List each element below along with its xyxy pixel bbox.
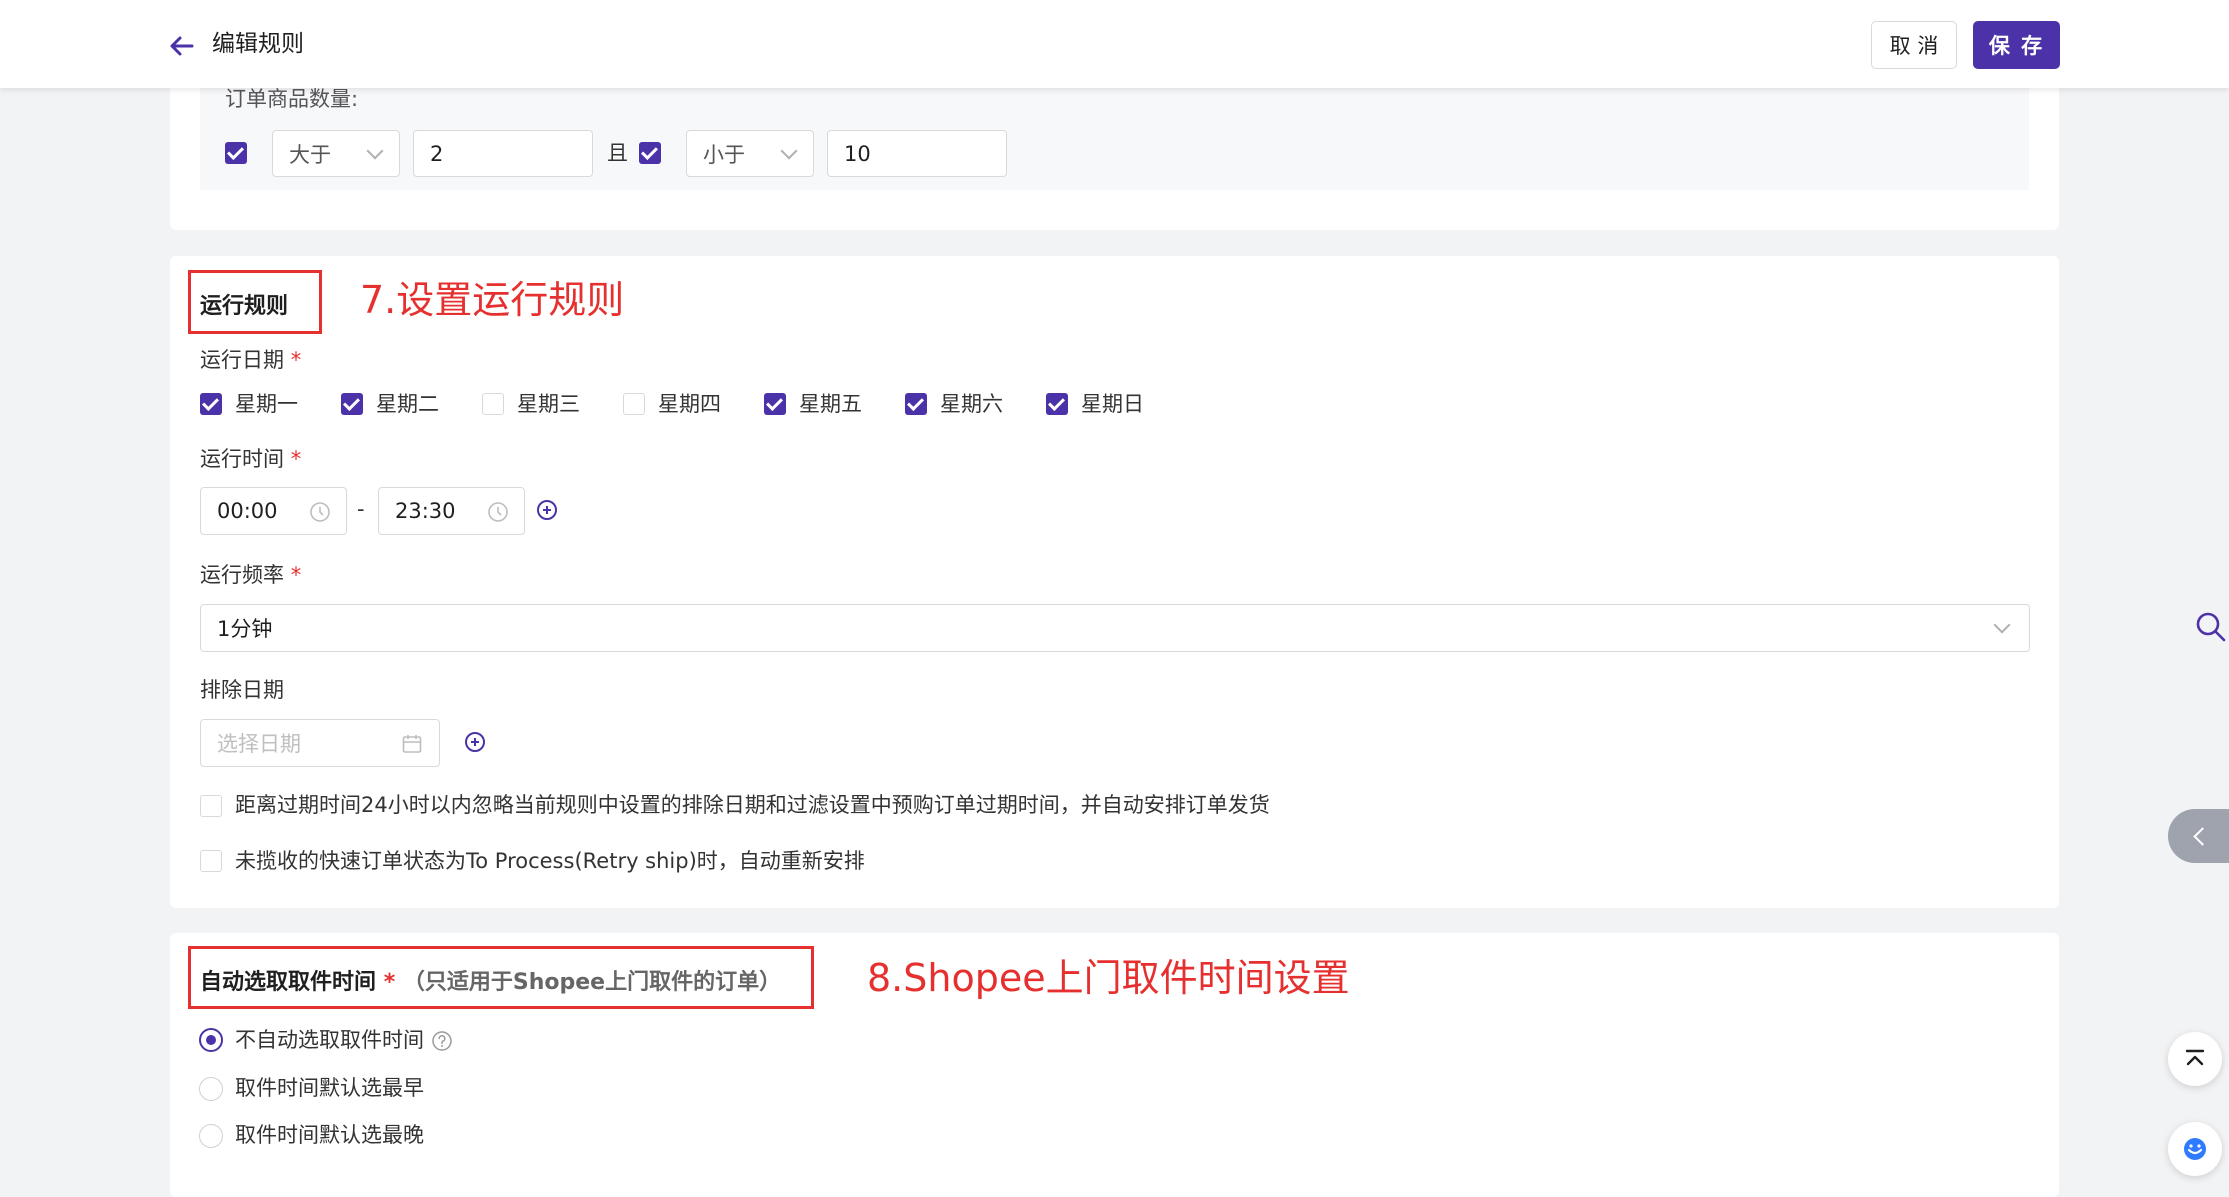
auto-rearrange-text: 未揽收的快速订单状态为To Process(Retry ship)时，自动重新安… [235, 849, 865, 873]
pickup-radio-latest[interactable] [199, 1124, 223, 1148]
day-label-sat: 星期六 [940, 392, 1003, 416]
run-time-label: 运行时间 * [200, 447, 302, 471]
calendar-icon [402, 735, 422, 753]
collapse-panel-button[interactable] [2168, 809, 2229, 863]
chevron-left-icon [2193, 827, 2212, 846]
frequency-select[interactable]: 1分钟 [200, 604, 2030, 652]
day-label-mon: 星期一 [235, 392, 298, 416]
frequency-value: 1分钟 [217, 617, 273, 641]
order-qty-min-checkbox[interactable] [225, 142, 247, 164]
arrow-left-icon[interactable] [168, 32, 196, 60]
arrow-up-to-top-icon [2185, 1049, 2205, 1066]
day-checkbox-fri[interactable] [764, 393, 786, 415]
pickup-radio-none[interactable] [199, 1028, 223, 1052]
ignore-exclude-checkbox[interactable] [200, 795, 222, 817]
day-checkbox-tue[interactable] [341, 393, 363, 415]
add-exclude-date-icon[interactable] [465, 732, 485, 752]
order-qty-op2-value: 小于 [703, 142, 745, 167]
order-qty-max-input[interactable]: 10 [827, 130, 1007, 177]
chat-bot-icon [2184, 1138, 2206, 1160]
time-start-input[interactable]: 00:00 [200, 487, 347, 535]
time-start-value: 00:00 [217, 499, 278, 523]
search-icon[interactable] [2195, 611, 2227, 643]
order-qty-op2-select[interactable]: 小于 [686, 130, 814, 177]
exclude-dates-label: 排除日期 [200, 678, 284, 702]
pickup-note: （只适用于Shopee上门取件的订单） [402, 970, 782, 995]
run-frequency-label: 运行频率 * [200, 563, 302, 587]
page-title: 编辑规则 [212, 31, 304, 57]
pickup-option-latest: 取件时间默认选最晚 [235, 1123, 424, 1147]
time-end-value: 23:30 [395, 499, 456, 523]
day-label-sun: 星期日 [1081, 392, 1144, 416]
order-qty-conjunction: 且 [607, 141, 628, 165]
chevron-down-icon [780, 142, 798, 160]
time-end-input[interactable]: 23:30 [378, 487, 525, 535]
chevron-down-icon [366, 142, 384, 160]
pickup-title: 自动选取取件时间 * （只适用于Shopee上门取件的订单） [200, 970, 782, 995]
ignore-exclude-text: 距离过期时间24小时以内忽略当前规则中设置的排除日期和过滤设置中预购订单过期时间… [235, 793, 1270, 817]
clock-icon [310, 502, 330, 522]
order-qty-min-input[interactable]: 2 [413, 130, 593, 177]
pickup-option-none: 不自动选取取件时间 [235, 1028, 424, 1052]
day-label-thu: 星期四 [658, 392, 721, 416]
exclude-date-picker[interactable]: 选择日期 [200, 719, 440, 767]
add-time-range-icon[interactable] [537, 500, 557, 520]
day-checkbox-wed[interactable] [482, 393, 504, 415]
day-label-tue: 星期二 [376, 392, 439, 416]
day-checkbox-sat[interactable] [905, 393, 927, 415]
order-qty-op1-select[interactable]: 大于 [272, 130, 400, 177]
clock-icon [488, 502, 508, 522]
back-to-top-button[interactable] [2168, 1032, 2222, 1086]
exclude-date-placeholder: 选择日期 [217, 732, 301, 756]
auto-rearrange-checkbox[interactable] [200, 850, 222, 872]
order-qty-label: 订单商品数量: [225, 87, 359, 111]
customer-service-button[interactable] [2168, 1122, 2222, 1176]
order-qty-op1-value: 大于 [289, 142, 331, 167]
pickup-annotation: 8.Shopee上门取件时间设置 [867, 956, 1350, 1000]
pickup-radio-earliest[interactable] [199, 1077, 223, 1101]
pickup-option-earliest: 取件时间默认选最早 [235, 1076, 424, 1100]
day-checkbox-sun[interactable] [1046, 393, 1068, 415]
order-qty-max-checkbox[interactable] [639, 142, 661, 164]
run-days-label: 运行日期 * [200, 348, 302, 372]
help-icon[interactable] [431, 1030, 453, 1052]
cancel-button[interactable]: 取 消 [1871, 21, 1957, 69]
save-button[interactable]: 保 存 [1973, 21, 2060, 69]
run-rule-title: 运行规则 [200, 294, 289, 319]
day-label-wed: 星期三 [517, 392, 580, 416]
top-header: 编辑规则 取 消 保 存 [0, 0, 2229, 88]
time-separator: - [357, 497, 365, 521]
day-label-fri: 星期五 [799, 392, 862, 416]
day-checkbox-thu[interactable] [623, 393, 645, 415]
day-checkbox-mon[interactable] [200, 393, 222, 415]
chevron-down-icon [1993, 616, 2011, 634]
run-rule-annotation: 7.设置运行规则 [360, 278, 625, 322]
